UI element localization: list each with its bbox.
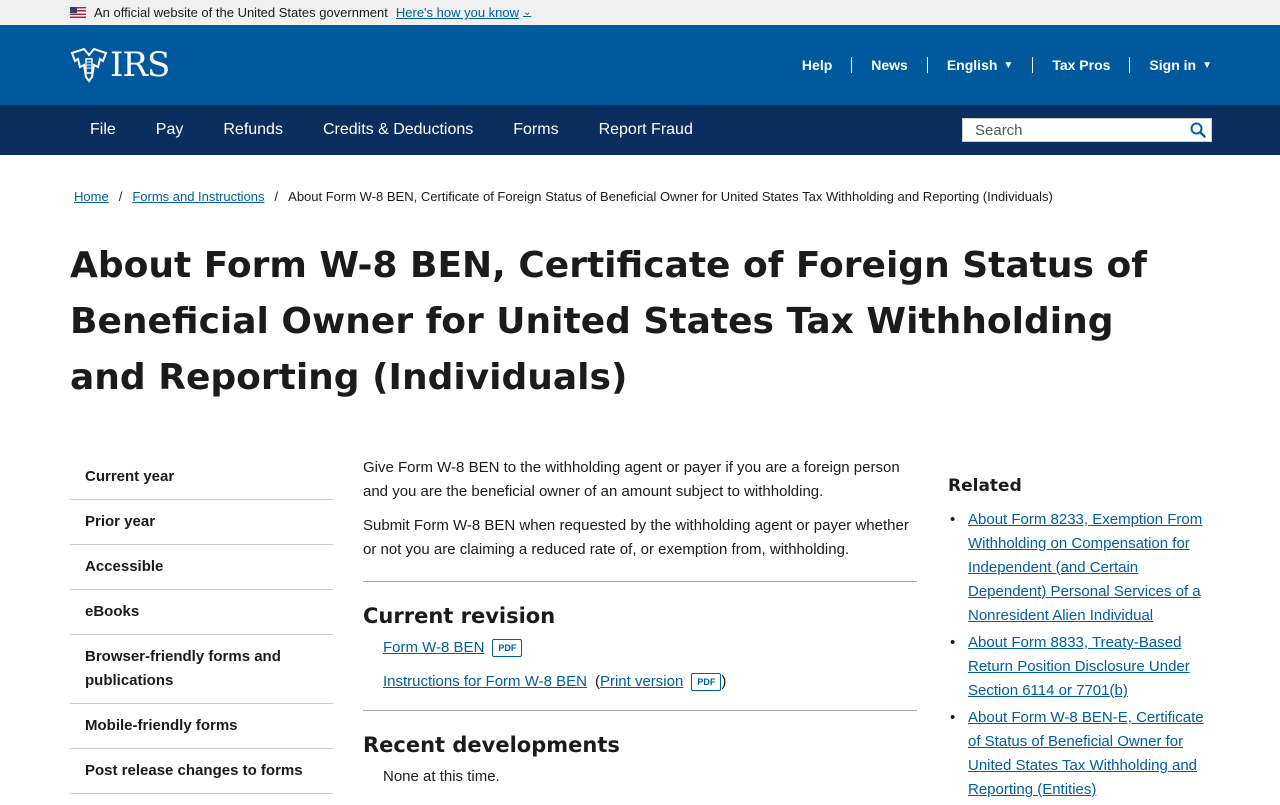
related-list: About Form 8233, Exemption From Withhold…: [948, 508, 1210, 802]
divider: [363, 710, 917, 711]
divider: [363, 581, 917, 582]
site-header: IRS Help News English ▼ Tax Pros Sign in ▼: [0, 25, 1280, 105]
nav-forms[interactable]: Forms: [493, 121, 578, 139]
nav-refunds[interactable]: Refunds: [203, 121, 303, 139]
main-column: Give Form W-8 BEN to the withholding age…: [363, 456, 917, 789]
chevron-down-icon: ▼: [1003, 59, 1014, 71]
pdf-badge[interactable]: PDF: [492, 639, 523, 657]
intro-paragraph-1: Give Form W-8 BEN to the withholding age…: [363, 459, 900, 500]
related-panel: Related About Form 8233, Exemption From …: [948, 476, 1210, 805]
content-area: Current year Prior year Accessible eBook…: [0, 452, 1280, 800]
help-link[interactable]: Help: [783, 57, 851, 73]
breadcrumb: Home / Forms and Instructions / About Fo…: [0, 189, 1280, 204]
gov-banner-text: An official website of the United States…: [94, 5, 388, 20]
language-dropdown[interactable]: English ▼: [926, 57, 1032, 73]
sidebar-item-prior-year[interactable]: Prior year: [70, 500, 333, 545]
sidebar-item-post-release[interactable]: Post release changes to forms: [70, 749, 333, 794]
recent-developments-heading: Recent developments: [363, 733, 620, 757]
list-item: About Form 8833, Treaty-Based Return Pos…: [948, 631, 1210, 703]
search-icon: [1190, 122, 1206, 138]
page-title: About Form W-8 BEN, Certificate of Forei…: [70, 245, 1147, 398]
pdf-badge[interactable]: PDF: [691, 673, 722, 691]
form-w8ben-link[interactable]: Form W-8 BEN: [383, 636, 484, 660]
nav-report-fraud[interactable]: Report Fraud: [579, 121, 713, 139]
news-link[interactable]: News: [851, 57, 927, 73]
search-box: [962, 118, 1212, 142]
form-link-row: Form W-8 BEN PDF: [363, 636, 917, 660]
breadcrumb-separator: /: [118, 189, 123, 204]
sidebar-item-mobile-friendly[interactable]: Mobile-friendly forms: [70, 704, 333, 749]
language-label[interactable]: English: [947, 57, 998, 73]
sign-in-label[interactable]: Sign in: [1149, 57, 1196, 73]
gov-banner: An official website of the United States…: [0, 0, 1280, 25]
chevron-down-icon: ⌄: [523, 7, 532, 18]
sign-in-dropdown[interactable]: Sign in ▼: [1129, 57, 1212, 73]
utility-nav: Help News English ▼ Tax Pros Sign in ▼: [783, 57, 1212, 73]
nav-pay[interactable]: Pay: [136, 121, 204, 139]
intro-paragraph-2: Submit Form W-8 BEN when requested by th…: [363, 517, 909, 558]
breadcrumb-current: About Form W-8 BEN, Certificate of Forei…: [288, 189, 1053, 204]
related-link-form-8233[interactable]: About Form 8233, Exemption From Withhold…: [968, 511, 1202, 624]
tax-pros-label[interactable]: Tax Pros: [1052, 57, 1110, 73]
print-version-link[interactable]: Print version: [600, 670, 683, 694]
tax-pros-link[interactable]: Tax Pros: [1032, 57, 1129, 73]
sidebar-item-browser-friendly[interactable]: Browser-friendly forms and publications: [70, 635, 333, 704]
sidebar: Current year Prior year Accessible eBook…: [70, 452, 333, 794]
search-input[interactable]: [963, 119, 1185, 141]
sidebar-item-current-year[interactable]: Current year: [70, 452, 333, 500]
logo-text: IRS: [110, 45, 170, 85]
how-you-know-label[interactable]: Here's how you know: [396, 5, 519, 20]
sidebar-item-accessible[interactable]: Accessible: [70, 545, 333, 590]
current-revision-heading: Current revision: [363, 604, 556, 628]
nav-credits-deductions[interactable]: Credits & Deductions: [303, 121, 493, 139]
chevron-down-icon: ▼: [1202, 59, 1212, 71]
breadcrumb-home[interactable]: Home: [74, 189, 109, 204]
sidebar-item-ebooks[interactable]: eBooks: [70, 590, 333, 635]
nav-file[interactable]: File: [70, 121, 136, 139]
none-text: None at this time.: [383, 768, 500, 785]
news-label[interactable]: News: [871, 57, 908, 73]
list-item: About Form 8233, Exemption From Withhold…: [948, 508, 1210, 628]
list-item: About Form W-8 BEN-E, Certificate of Sta…: [948, 706, 1210, 802]
how-you-know-link[interactable]: Here's how you know ⌄: [396, 5, 532, 20]
related-link-form-w8bene[interactable]: About Form W-8 BEN-E, Certificate of Sta…: [968, 709, 1204, 798]
breadcrumb-forms[interactable]: Forms and Instructions: [132, 189, 264, 204]
related-link-form-8833[interactable]: About Form 8833, Treaty-Based Return Pos…: [968, 634, 1190, 699]
related-heading: Related: [948, 476, 1022, 496]
main-nav: File Pay Refunds Credits & Deductions Fo…: [0, 105, 1280, 155]
instructions-row: Instructions for Form W-8 BEN (Print ver…: [363, 670, 917, 694]
nav-items: File Pay Refunds Credits & Deductions Fo…: [70, 121, 713, 139]
search-button[interactable]: [1185, 119, 1211, 141]
instructions-link[interactable]: Instructions for Form W-8 BEN: [383, 670, 587, 694]
irs-logo[interactable]: IRS: [70, 45, 170, 85]
breadcrumb-separator: /: [274, 189, 279, 204]
eagle-icon: [70, 47, 108, 83]
help-label[interactable]: Help: [802, 57, 832, 73]
us-flag-icon: [70, 7, 86, 18]
close-paren: ): [721, 673, 727, 690]
